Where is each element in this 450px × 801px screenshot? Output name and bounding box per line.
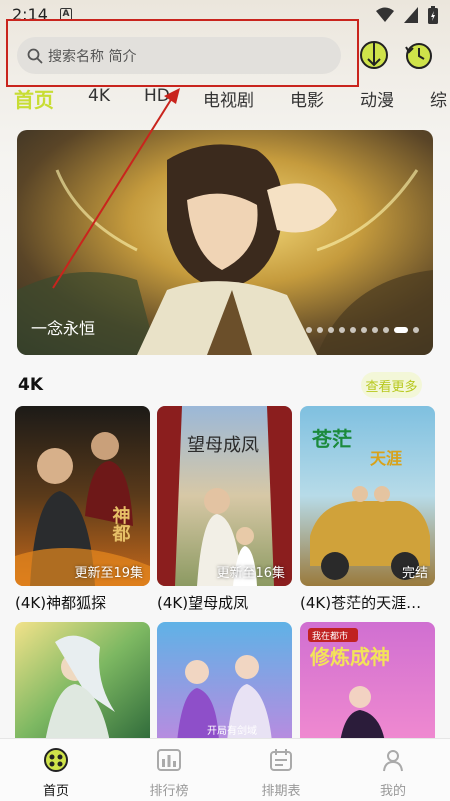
tab-hd[interactable]: HD	[144, 86, 170, 106]
tab-movies[interactable]: 电影	[290, 86, 324, 111]
poster-image: 我在都市 修炼成神	[300, 622, 435, 742]
poster-image	[15, 622, 150, 742]
nav-profile[interactable]: 我的	[358, 747, 428, 799]
download-icon[interactable]	[358, 39, 390, 71]
pagination-dot[interactable]	[306, 327, 312, 333]
tab-variety[interactable]: 综	[430, 86, 447, 111]
section-title: 4K	[18, 375, 44, 395]
card-title: (4K)苍茫的天涯是我的爱	[300, 594, 435, 612]
ranking-icon	[157, 749, 181, 771]
card-title: (4K)望母成凤	[157, 594, 249, 612]
banner-caption: 一念永恒	[31, 319, 96, 338]
episode-badge: 更新至16集	[216, 566, 285, 581]
category-tabs: 首页 4K HD 电视剧 电影 动漫 综	[0, 86, 450, 116]
pagination-dot[interactable]	[372, 327, 378, 333]
pagination-dot[interactable]	[350, 327, 356, 333]
pagination-dot[interactable]	[413, 327, 419, 333]
featured-banner[interactable]: 一念永恒	[17, 130, 433, 355]
pagination-dot[interactable]	[383, 327, 389, 333]
pagination-dot-active[interactable]	[394, 327, 408, 333]
see-more-button[interactable]: 查看更多	[361, 372, 422, 398]
status-icons	[376, 6, 438, 24]
poster-image: 开局有剑域	[157, 622, 292, 742]
history-icon[interactable]	[402, 39, 434, 71]
video-card[interactable]	[15, 622, 150, 742]
video-card[interactable]: 开局有剑域	[157, 622, 292, 742]
nav-label: 排期表	[261, 784, 301, 799]
svg-text:天涯: 天涯	[370, 449, 402, 468]
nav-label: 首页	[42, 784, 69, 799]
pagination-dot[interactable]	[339, 327, 345, 333]
card-title: (4K)神都狐探	[15, 594, 107, 612]
pagination-dot[interactable]	[317, 327, 323, 333]
nav-schedule[interactable]: 排期表	[246, 747, 316, 799]
pagination-dot[interactable]	[361, 327, 367, 333]
video-card[interactable]: 望母成凤 更新至16集 (4K)望母成凤	[157, 406, 292, 613]
svg-text:望母成凤: 望母成凤	[187, 435, 259, 456]
svg-text:苍茫: 苍茫	[311, 427, 352, 451]
profile-icon	[383, 750, 403, 772]
episode-badge: 更新至19集	[74, 566, 143, 581]
calendar-icon	[270, 749, 292, 771]
svg-text:修炼成神: 修炼成神	[309, 645, 390, 669]
svg-text:神都: 神都	[110, 505, 132, 542]
poster-image: 神都 更新至19集	[15, 406, 150, 586]
poster-image: 苍茫 天涯 完结	[300, 406, 435, 586]
pagination-dot[interactable]	[328, 327, 334, 333]
nav-label: 排行榜	[149, 784, 189, 799]
wifi-icon	[376, 7, 394, 22]
nav-label: 我的	[379, 784, 406, 799]
nav-home[interactable]: 首页	[21, 747, 91, 799]
poster-image: 望母成凤 更新至16集	[157, 406, 292, 586]
banner-pagination	[306, 327, 419, 333]
tab-home[interactable]: 首页	[14, 84, 54, 113]
video-card[interactable]: 神都 更新至19集 (4K)神都狐探	[15, 406, 150, 613]
svg-text:开局有剑域: 开局有剑域	[207, 724, 257, 737]
svg-text:我在都市: 我在都市	[312, 630, 348, 642]
nav-ranking[interactable]: 排行榜	[134, 747, 204, 799]
signal-icon	[404, 7, 418, 23]
video-card[interactable]: 苍茫 天涯 完结 (4K)苍茫的天涯是我的爱	[300, 406, 435, 613]
battery-icon	[428, 6, 438, 24]
bottom-navigation: 首页 排行榜 排期表 我的	[0, 738, 450, 801]
tab-anime[interactable]: 动漫	[360, 86, 394, 111]
video-card[interactable]: 我在都市 修炼成神	[300, 622, 435, 742]
tab-4k[interactable]: 4K	[88, 86, 110, 106]
tab-tv-series[interactable]: 电视剧	[203, 86, 254, 111]
annotation-box	[6, 19, 359, 87]
episode-badge: 完结	[401, 566, 428, 581]
home-icon	[44, 748, 68, 772]
